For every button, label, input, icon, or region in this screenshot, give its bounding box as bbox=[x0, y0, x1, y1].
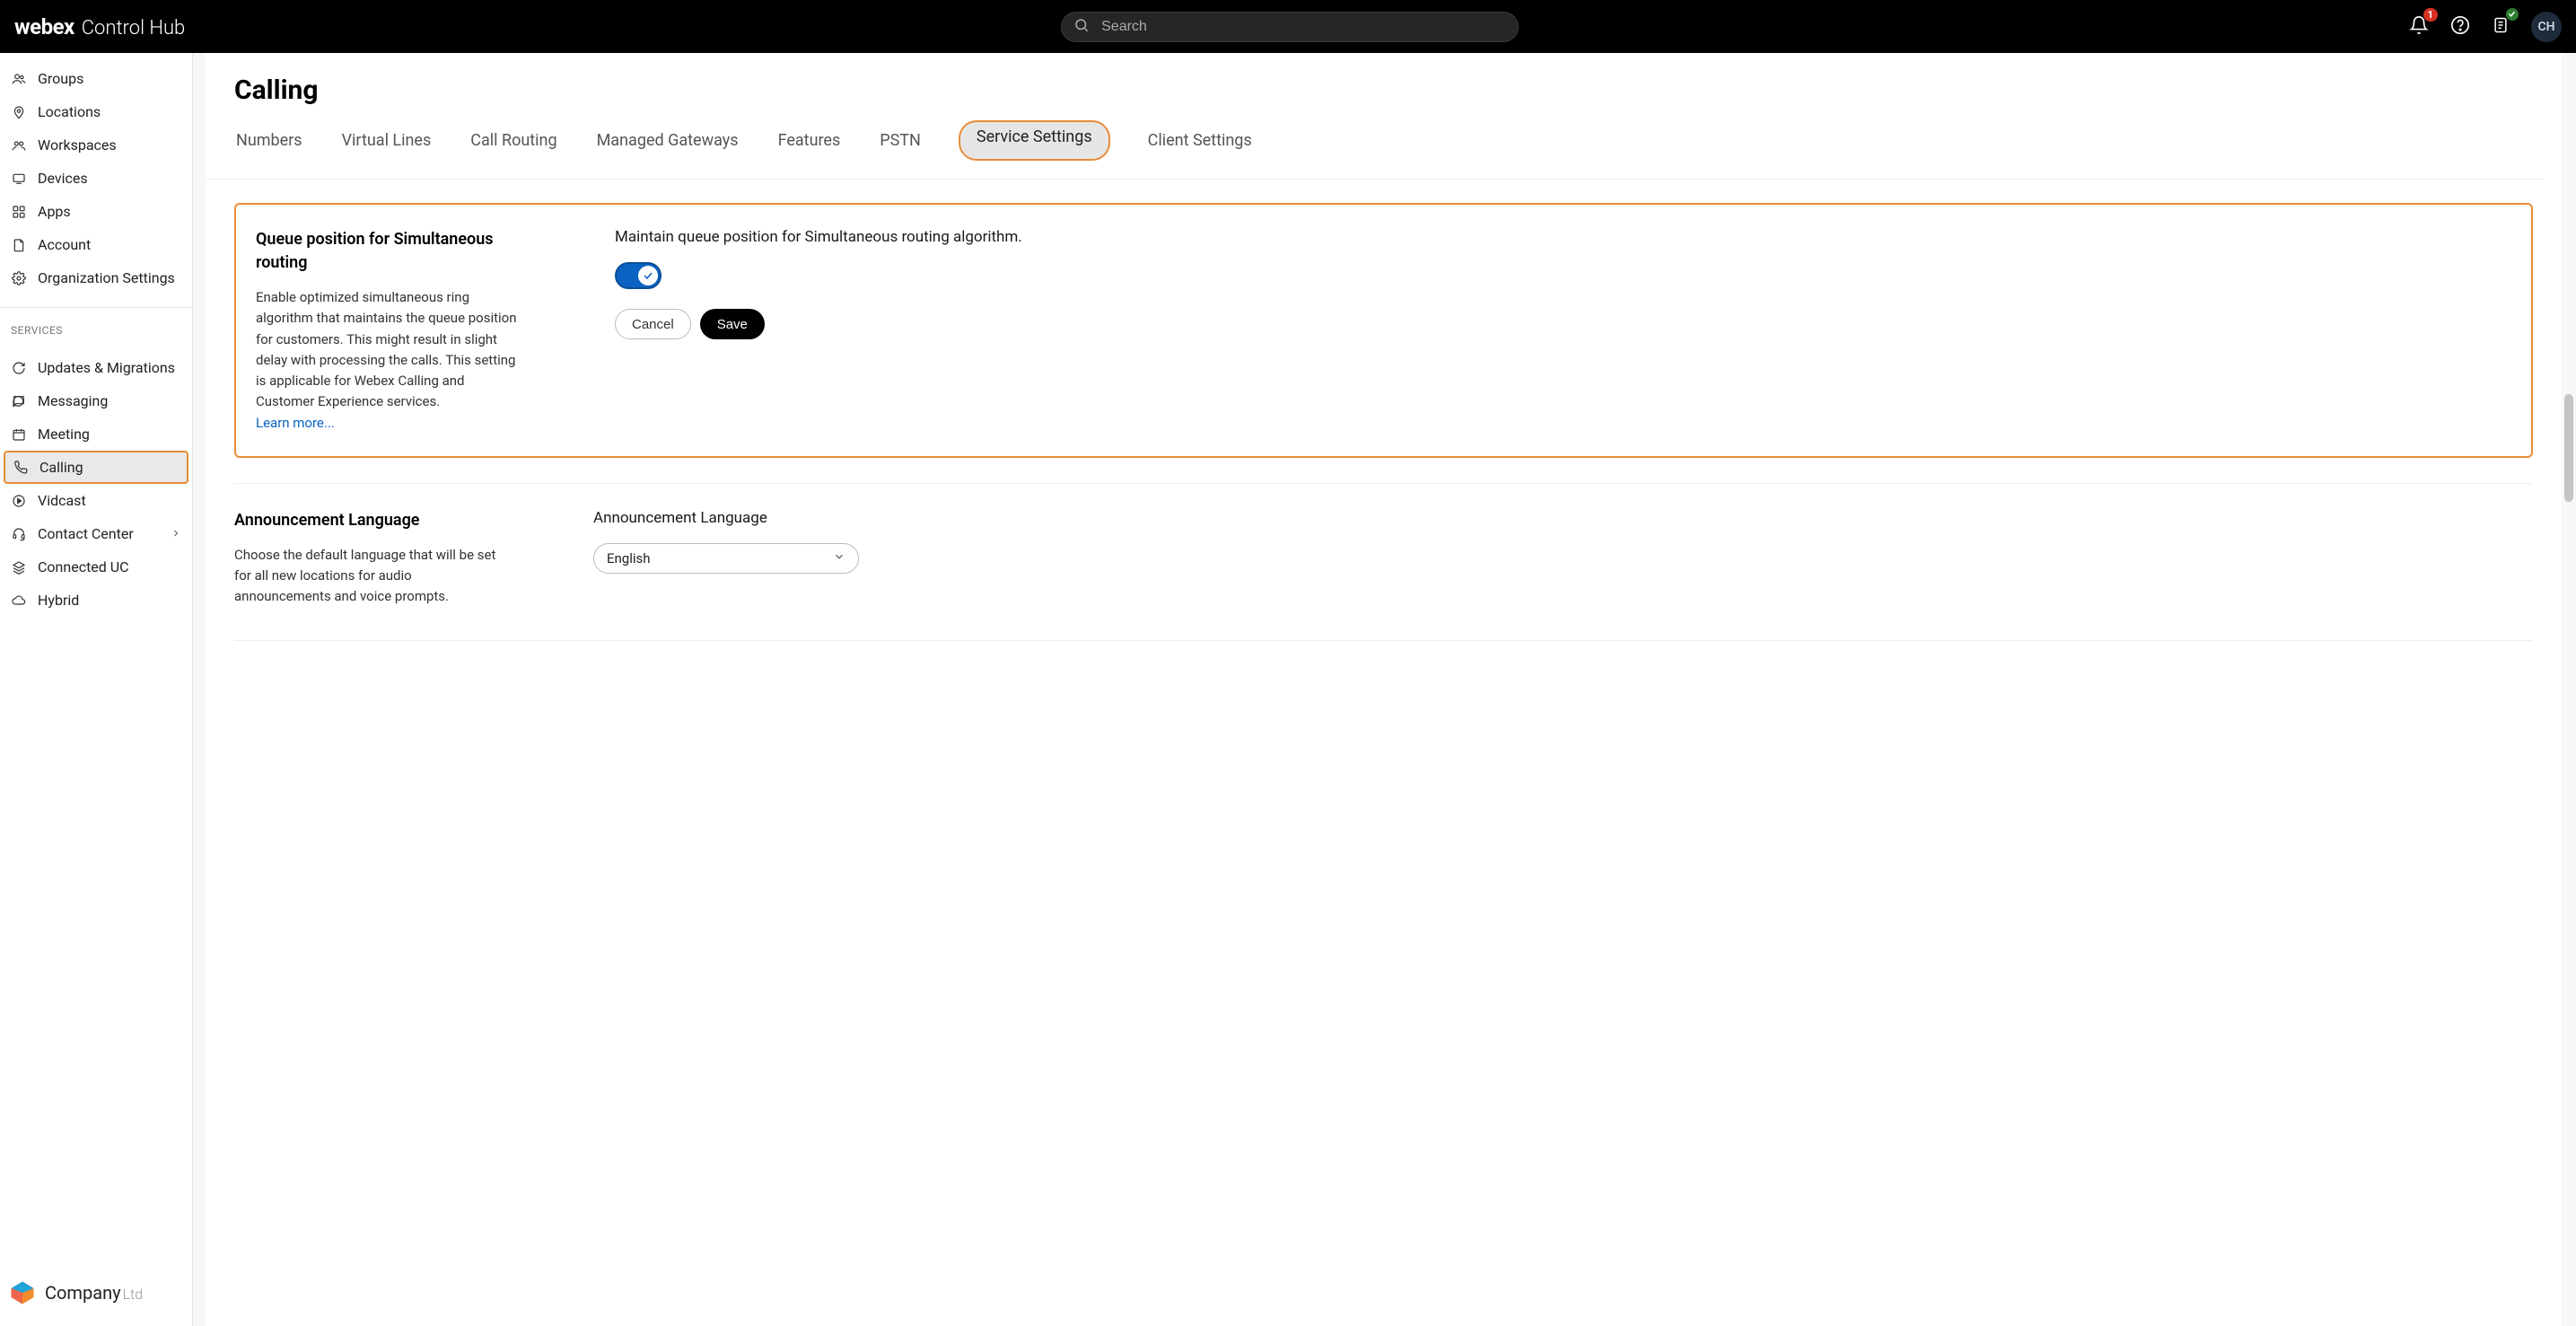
sidebar-item-label: Locations bbox=[38, 103, 101, 120]
tab-numbers[interactable]: Numbers bbox=[234, 127, 304, 154]
sidebar-item-hybrid[interactable]: Hybrid bbox=[0, 584, 192, 617]
refresh-icon bbox=[11, 360, 27, 376]
sidebar-item-contact-center[interactable]: Contact Center bbox=[0, 517, 192, 550]
device-icon bbox=[11, 171, 27, 187]
stack-icon bbox=[11, 559, 27, 575]
sidebar-item-account[interactable]: Account bbox=[0, 228, 192, 261]
company-brand: CompanyLtd bbox=[0, 1263, 192, 1326]
sidebar-item-messaging[interactable]: Messaging bbox=[0, 384, 192, 417]
sidebar-item-label: Vidcast bbox=[38, 492, 86, 509]
search-wrap bbox=[1061, 12, 1519, 42]
language-select[interactable]: English bbox=[593, 543, 859, 574]
company-name: Company bbox=[45, 1282, 121, 1304]
calendar-icon bbox=[11, 426, 27, 443]
sidebar-item-label: Contact Center bbox=[38, 525, 134, 542]
section-desc: Choose the default language that will be… bbox=[234, 545, 504, 608]
brand: webex Control Hub bbox=[14, 14, 185, 40]
sidebar-item-label: Connected UC bbox=[38, 558, 129, 575]
users-icon bbox=[11, 71, 27, 87]
tab-pstn[interactable]: PSTN bbox=[878, 127, 923, 154]
sidebar-section-header: SERVICES bbox=[0, 321, 192, 342]
sidebar-item-label: Messaging bbox=[38, 392, 108, 409]
sidebar-divider bbox=[0, 307, 192, 308]
phone-icon bbox=[13, 460, 29, 476]
sidebar-item-label: Account bbox=[38, 236, 91, 253]
cloud-icon bbox=[11, 593, 27, 609]
avatar[interactable]: CH bbox=[2531, 12, 2562, 42]
sidebar-item-vidcast[interactable]: Vidcast bbox=[0, 484, 192, 517]
tab-virtual-lines[interactable]: Virtual Lines bbox=[340, 127, 434, 154]
tab-client-settings[interactable]: Client Settings bbox=[1146, 127, 1254, 154]
search-icon bbox=[1073, 17, 1090, 37]
brand-logo: webex bbox=[14, 14, 74, 40]
check-badge-icon bbox=[2506, 8, 2519, 21]
sidebar-item-apps[interactable]: Apps bbox=[0, 195, 192, 228]
sidebar-item-label: Hybrid bbox=[38, 592, 79, 609]
scrollbar[interactable] bbox=[2562, 53, 2576, 1326]
play-icon bbox=[11, 493, 27, 509]
sidebar-item-groups[interactable]: Groups bbox=[0, 62, 192, 95]
language-select-value: English bbox=[607, 550, 651, 566]
company-suffix: Ltd bbox=[123, 1286, 143, 1303]
tab-features[interactable]: Features bbox=[776, 127, 843, 154]
chevron-right-icon bbox=[171, 525, 181, 542]
sidebar-item-label: Workspaces bbox=[38, 136, 117, 154]
content: Calling Numbers Virtual Lines Call Routi… bbox=[206, 53, 2562, 1326]
queue-toggle-label: Maintain queue position for Simultaneous… bbox=[615, 228, 2511, 246]
tab-service-settings[interactable]: Service Settings bbox=[959, 120, 1110, 161]
sidebar-item-org-settings[interactable]: Organization Settings bbox=[0, 261, 192, 294]
grid-icon bbox=[11, 204, 27, 220]
save-button[interactable]: Save bbox=[700, 309, 765, 339]
gear-icon bbox=[11, 270, 27, 286]
top-bar: webex Control Hub 1 CH bbox=[0, 0, 2576, 53]
learn-more-link[interactable]: Learn more... bbox=[256, 415, 335, 431]
sidebar-item-workspaces[interactable]: Workspaces bbox=[0, 128, 192, 162]
sidebar-item-meeting[interactable]: Meeting bbox=[0, 417, 192, 451]
topbar-right: 1 CH bbox=[2409, 12, 2562, 42]
company-logo-icon bbox=[9, 1279, 36, 1306]
notifications-button[interactable]: 1 bbox=[2409, 15, 2429, 39]
section-title: Queue position for Simultaneous routing bbox=[256, 228, 525, 275]
page-title: Calling bbox=[206, 53, 2562, 106]
headset-icon bbox=[11, 526, 27, 542]
tab-call-routing[interactable]: Call Routing bbox=[469, 127, 558, 154]
section-desc: Enable optimized simultaneous ring algor… bbox=[256, 287, 525, 413]
sidebar: Groups Locations Workspaces Devices Apps… bbox=[0, 53, 193, 1326]
language-select-label: Announcement Language bbox=[593, 509, 2533, 527]
cancel-button[interactable]: Cancel bbox=[615, 309, 691, 339]
sidebar-item-label: Groups bbox=[38, 70, 83, 87]
sidebar-item-connected-uc[interactable]: Connected UC bbox=[0, 550, 192, 584]
sidebar-item-devices[interactable]: Devices bbox=[0, 162, 192, 195]
queue-position-toggle[interactable] bbox=[615, 262, 662, 289]
tab-managed-gateways[interactable]: Managed Gateways bbox=[595, 127, 740, 154]
chevron-down-icon bbox=[833, 550, 846, 566]
sidebar-item-label: Calling bbox=[39, 459, 83, 476]
help-button[interactable] bbox=[2450, 15, 2470, 39]
toggle-knob bbox=[638, 266, 658, 285]
people-icon bbox=[11, 137, 27, 154]
sidebar-item-label: Meeting bbox=[38, 426, 90, 443]
search-input[interactable] bbox=[1061, 12, 1519, 42]
tasks-button[interactable] bbox=[2492, 15, 2510, 39]
sidebar-item-label: Updates & Migrations bbox=[38, 359, 175, 376]
notification-badge: 1 bbox=[2423, 8, 2438, 22]
sidebar-item-locations[interactable]: Locations bbox=[0, 95, 192, 128]
pin-icon bbox=[11, 104, 27, 120]
sidebar-item-label: Apps bbox=[38, 203, 71, 220]
scrollbar-thumb[interactable] bbox=[2564, 394, 2573, 502]
chat-icon bbox=[11, 393, 27, 409]
sidebar-item-updates[interactable]: Updates & Migrations bbox=[0, 351, 192, 384]
sidebar-item-label: Devices bbox=[38, 170, 88, 187]
brand-subtitle: Control Hub bbox=[82, 17, 186, 40]
tabs: Numbers Virtual Lines Call Routing Manag… bbox=[206, 106, 2544, 180]
queue-position-highlight: Queue position for Simultaneous routing … bbox=[234, 203, 2533, 458]
sidebar-item-calling[interactable]: Calling bbox=[4, 451, 188, 484]
file-icon bbox=[11, 237, 27, 253]
sidebar-item-label: Organization Settings bbox=[38, 269, 175, 286]
section-title: Announcement Language bbox=[234, 509, 504, 532]
